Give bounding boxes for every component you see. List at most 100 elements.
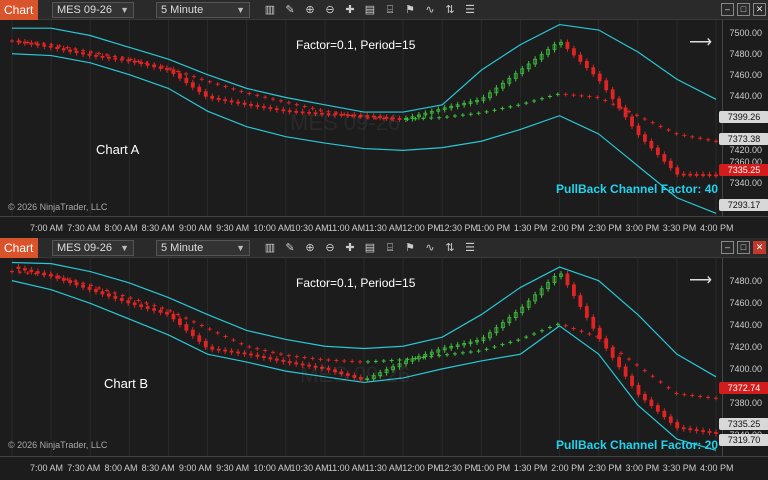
instrument-selector[interactable]: MES 09-26 ▼ (52, 2, 134, 18)
middle-marker (611, 102, 616, 107)
data-box-icon[interactable]: ☰ (462, 2, 478, 18)
candle (242, 102, 247, 105)
candle (55, 46, 60, 50)
bar-type-icon[interactable]: ▥ (262, 240, 278, 256)
zoom-out-icon[interactable]: ⊖ (322, 240, 338, 256)
interval-selector[interactable]: 5 Minute ▼ (156, 2, 250, 18)
time-tick: 3:30 PM (662, 463, 697, 473)
candle (242, 352, 247, 355)
maximize-icon[interactable]: □ (737, 241, 750, 254)
time-axis[interactable]: 7:00 AM 7:30 AM 8:00 AM 8:30 AM 9:00 AM 9:30 … (0, 216, 768, 236)
middle-marker (255, 346, 260, 351)
chart-titlebar: Chart MES 09-26 ▼ 5 Minute ▼ ▥ ✎ ⊕ ⊖ ✚ ▤ ⌸… (0, 0, 768, 20)
middle-marker (484, 109, 489, 114)
candle (604, 338, 609, 349)
interval-selector[interactable]: 5 Minute ▼ (156, 240, 250, 256)
close-icon[interactable]: ✕ (753, 241, 766, 254)
zoom-out-icon[interactable]: ⊖ (322, 2, 338, 18)
price-label-lower: 7319.70 (719, 434, 768, 446)
templates-icon[interactable]: ⌸ (382, 2, 398, 18)
candle (668, 416, 673, 423)
time-tick: 12:00 PM (402, 463, 441, 473)
time-tick: 8:30 AM (141, 223, 175, 233)
candle (165, 67, 169, 71)
zoom-in-icon[interactable]: ⊕ (302, 2, 318, 18)
chart-tab[interactable]: Chart (0, 0, 38, 20)
middle-marker (563, 323, 568, 328)
candle (281, 359, 286, 362)
price-tick: 7440.00 (729, 91, 762, 101)
properties-icon[interactable]: ▤ (362, 2, 378, 18)
middle-marker (706, 395, 711, 400)
bar-type-icon[interactable]: ▥ (262, 2, 278, 18)
price-tick: 7460.00 (729, 70, 762, 80)
candle (29, 269, 34, 272)
time-tick: 1:30 PM (513, 223, 548, 233)
middle-marker (437, 353, 442, 358)
candle (184, 324, 189, 331)
candle (274, 358, 279, 361)
candle (236, 351, 240, 354)
draw-icon[interactable]: ✎ (282, 2, 298, 18)
time-axis[interactable]: 7:00 AM 7:30 AM 8:00 AM 8:30 AM 9:00 AM 9:30 … (0, 456, 768, 476)
candle (184, 77, 189, 84)
time-tick: 10:30 AM (290, 223, 329, 233)
middle-marker (247, 91, 252, 96)
candle (229, 100, 234, 103)
candle (643, 393, 647, 401)
instrument-watermark: MES 09-26 (300, 362, 411, 387)
draw-icon[interactable]: ✎ (282, 240, 298, 256)
instrument-selector[interactable]: MES 09-26 ▼ (52, 240, 134, 256)
candle (281, 109, 286, 112)
candle (197, 335, 202, 342)
close-icon[interactable]: ✕ (753, 3, 766, 16)
chart-tab[interactable]: Chart (0, 238, 38, 258)
candle (119, 58, 124, 61)
time-tick: 7:30 AM (67, 463, 101, 473)
properties-icon[interactable]: ▤ (362, 240, 378, 256)
strategies-icon[interactable]: ⚑ (402, 2, 418, 18)
price-axis[interactable]: 7480.00 7460.00 7440.00 7420.00 7400.00 … (719, 258, 768, 456)
price-axis[interactable]: 7500.00 7480.00 7460.00 7440.00 7399.26 … (719, 20, 768, 216)
middle-marker (658, 124, 663, 129)
data-box-icon[interactable]: ☰ (462, 240, 478, 256)
chart-toolbar: ▥ ✎ ⊕ ⊖ ✚ ▤ ⌸ ⚑ ∿ ⇅ ☰ (262, 240, 478, 256)
middle-marker (532, 331, 537, 336)
strategies-icon[interactable]: ⚑ (402, 240, 418, 256)
crosshair-icon[interactable]: ✚ (342, 2, 358, 18)
middle-marker (587, 331, 592, 336)
zoom-in-icon[interactable]: ⊕ (302, 240, 318, 256)
indicators-icon[interactable]: ∿ (422, 240, 438, 256)
candle (565, 273, 570, 286)
minimize-icon[interactable]: – (721, 241, 734, 254)
time-tick: 1:00 PM (476, 463, 511, 473)
crosshair-icon[interactable]: ✚ (342, 240, 358, 256)
candle (68, 280, 73, 284)
middle-marker (191, 74, 196, 79)
middle-marker (634, 362, 639, 367)
price-panel[interactable]: Factor=0.1, Period=15 Chart A MES 09-26 … (0, 20, 722, 216)
middle-marker (539, 96, 544, 101)
candle (694, 173, 699, 176)
price-tick: 7380.00 (729, 398, 762, 408)
middle-marker (603, 98, 608, 103)
candle (42, 44, 47, 47)
middle-marker (706, 137, 711, 142)
maximize-icon[interactable]: □ (737, 3, 750, 16)
candle (171, 313, 176, 320)
candle (210, 95, 215, 99)
middle-marker (437, 115, 442, 120)
chart-trader-icon[interactable]: ⇅ (442, 2, 458, 18)
templates-icon[interactable]: ⌸ (382, 240, 398, 256)
candle (126, 300, 131, 304)
indicators-icon[interactable]: ∿ (422, 2, 438, 18)
candle (694, 429, 699, 432)
price-panel[interactable]: Factor=0.1, Period=15 Chart B MES 09-26 … (0, 258, 722, 456)
scroll-right-icon[interactable]: ⟶ (689, 32, 712, 52)
minimize-icon[interactable]: – (721, 3, 734, 16)
middle-marker (207, 79, 212, 84)
chart-trader-icon[interactable]: ⇅ (442, 240, 458, 256)
candle (87, 53, 92, 56)
candle (152, 308, 156, 311)
scroll-right-icon[interactable]: ⟶ (689, 270, 712, 290)
